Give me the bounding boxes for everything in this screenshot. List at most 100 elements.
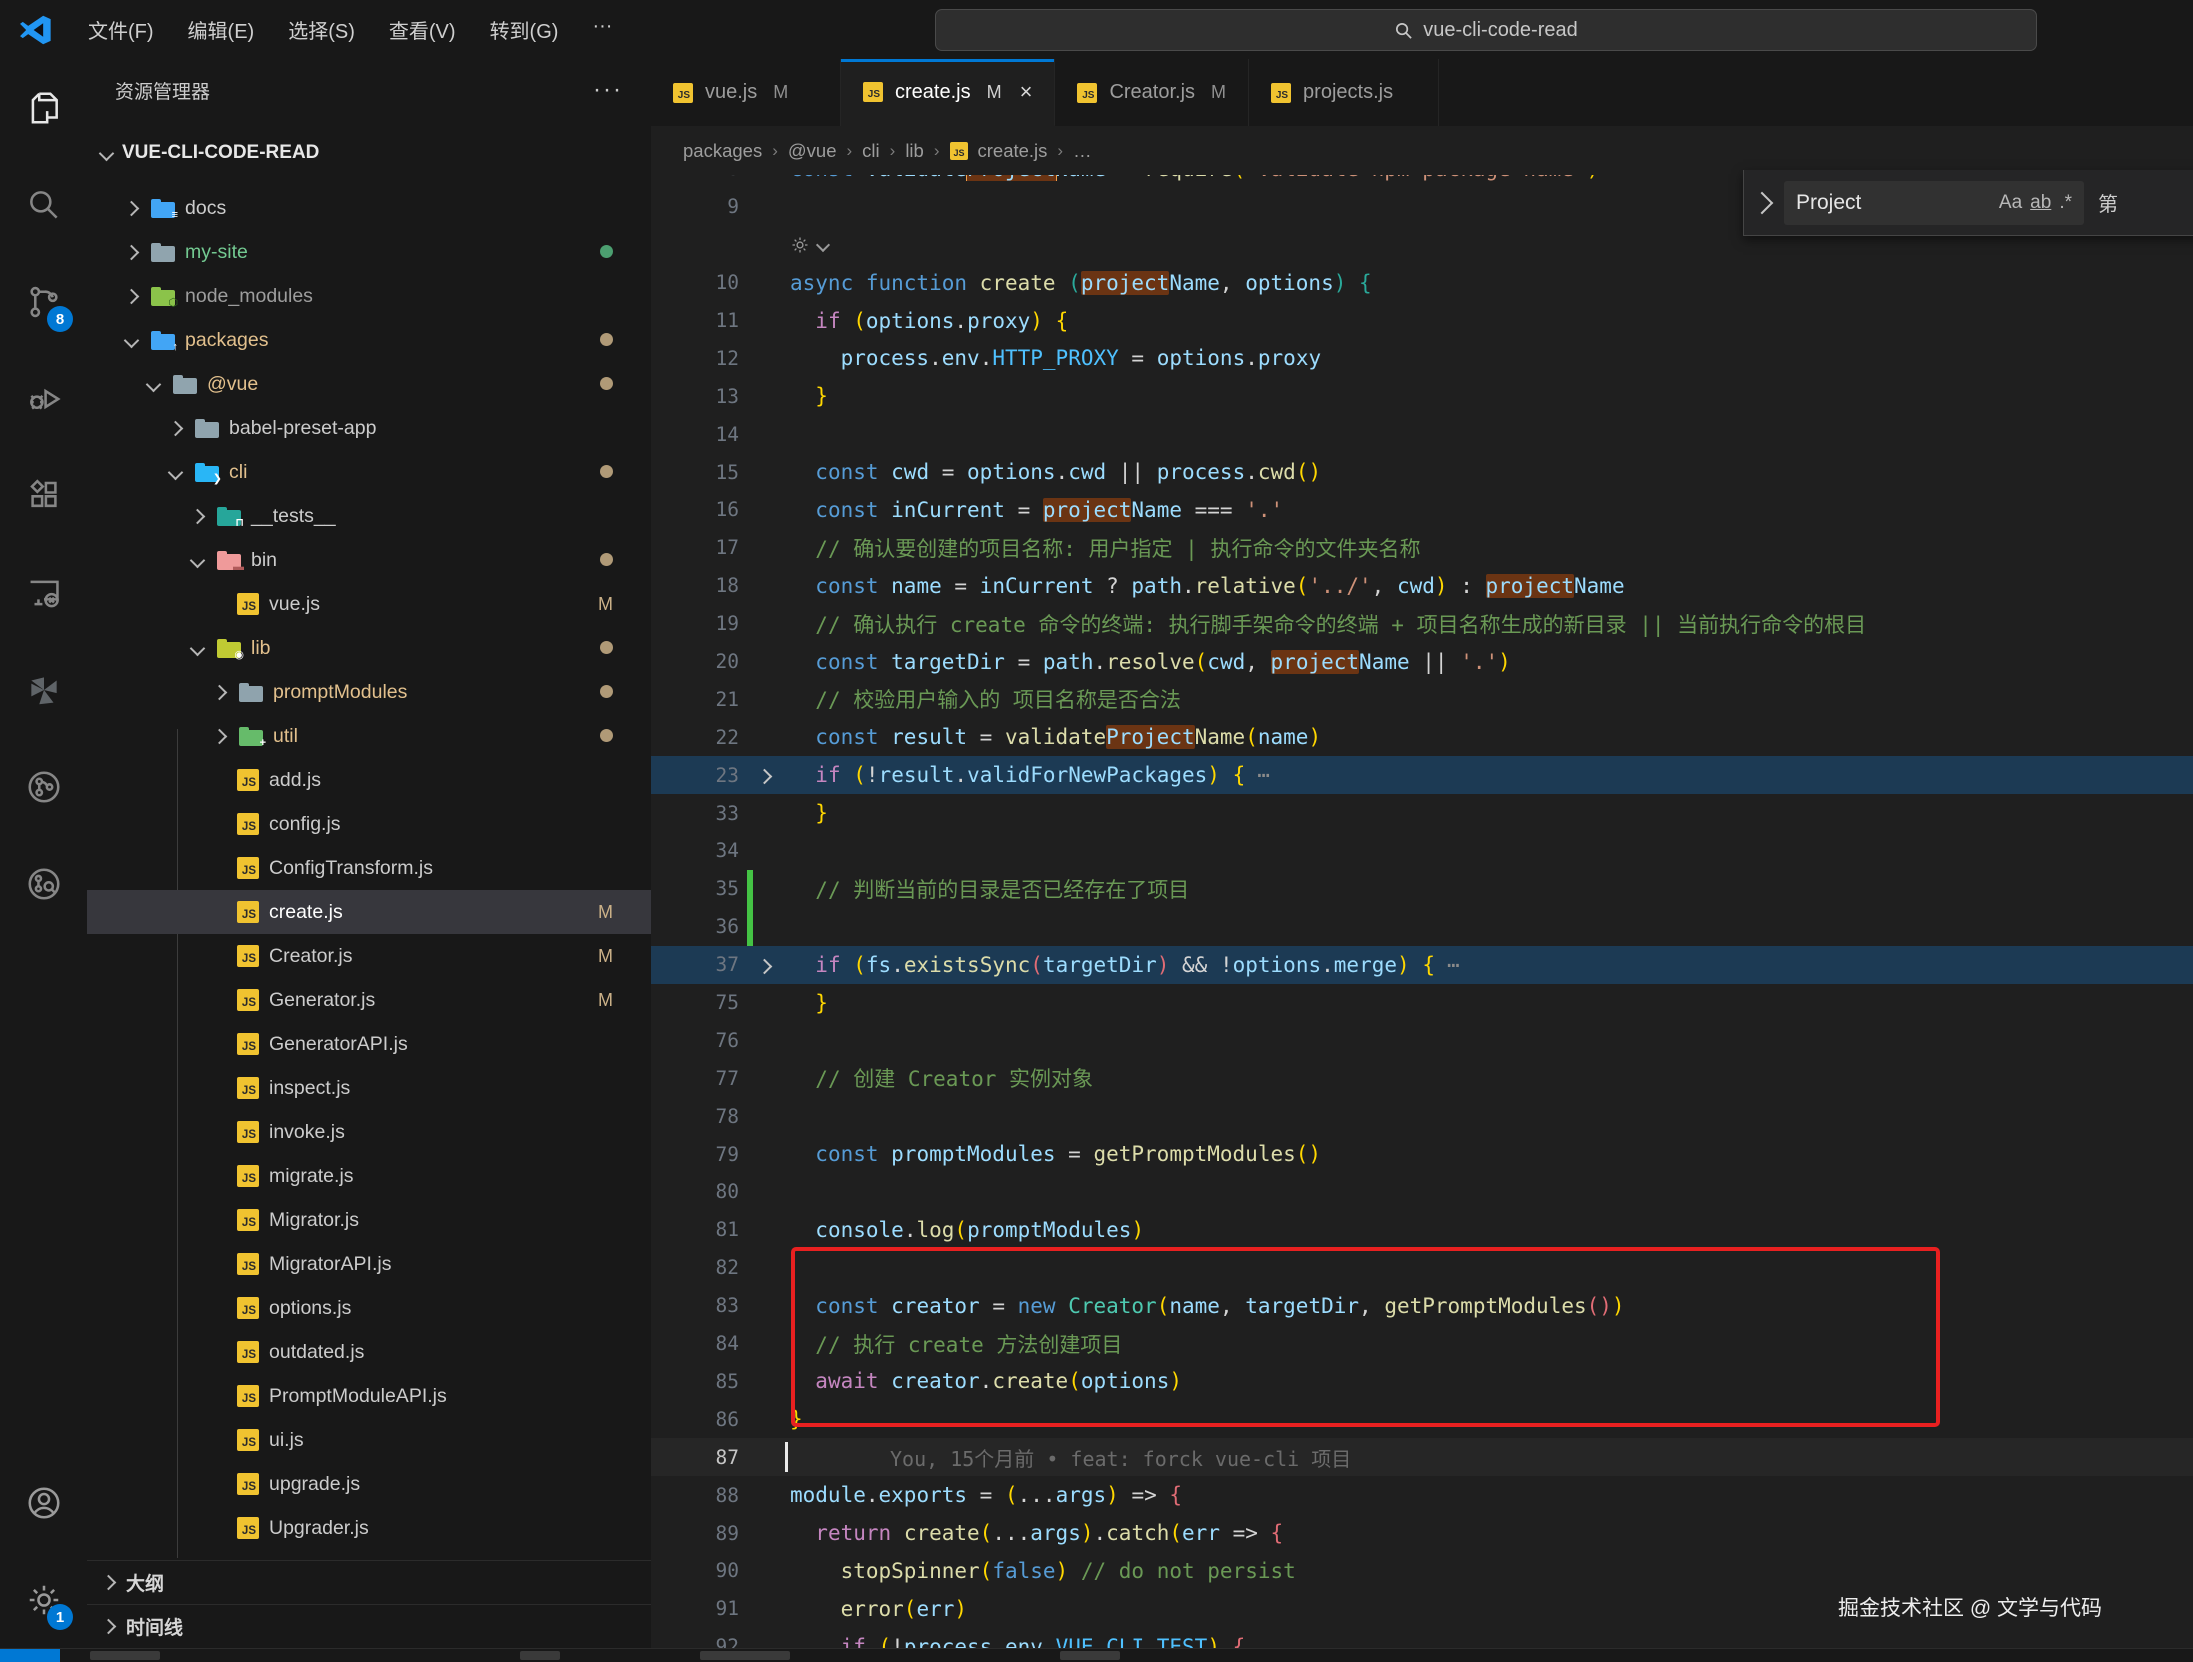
command-center-search[interactable]: vue-cli-code-read	[935, 9, 2037, 51]
code-line-83[interactable]: 83 const creator = new Creator(name, tar…	[651, 1287, 2193, 1325]
fold-chevron-icon[interactable]	[739, 763, 790, 787]
code-line-79[interactable]: 79 const promptModules = getPromptModule…	[651, 1135, 2193, 1173]
match-case-icon[interactable]: Aa	[1999, 192, 2022, 214]
tree-item-vue-js[interactable]: JSvue.jsM	[87, 582, 651, 626]
code-line-84[interactable]: 84 // 执行 create 方法创建项目	[651, 1325, 2193, 1363]
code-line-92[interactable]: 92 if (!process.env.VUE_CLI_TEST) {	[651, 1628, 2193, 1648]
tree-item-generator-js[interactable]: JSGenerator.jsM	[87, 978, 651, 1022]
code-line-87[interactable]: 87You, 15个月前 • feat: forck vue-cli 项目	[651, 1438, 2193, 1476]
tree-item-promptmodules[interactable]: promptModules	[87, 670, 651, 714]
tree-item--vue[interactable]: @vue	[87, 362, 651, 406]
code-line-21[interactable]: 21 // 校验用户输入的 项目名称是否合法	[651, 680, 2193, 718]
tree-item-options-js[interactable]: JSoptions.js	[87, 1286, 651, 1330]
codelens-gear-icon[interactable]	[790, 235, 2193, 255]
code-line-20[interactable]: 20 const targetDir = path.resolve(cwd, p…	[651, 643, 2193, 681]
tree-item-upgrader-js[interactable]: JSUpgrader.js	[87, 1506, 651, 1550]
tree-item-create-js[interactable]: JScreate.jsM	[87, 890, 651, 934]
extensions-icon[interactable]	[0, 447, 87, 544]
code-line-12[interactable]: 12 process.env.HTTP_PROXY = options.prox…	[651, 339, 2193, 377]
code-editor[interactable]: 8const validateProjectName = require('va…	[651, 175, 2193, 1648]
code-line-34[interactable]: 34	[651, 832, 2193, 870]
account-icon[interactable]	[0, 1454, 87, 1551]
tree-item-docs[interactable]: ≡docs	[87, 186, 651, 230]
tree-item-invoke-js[interactable]: JSinvoke.js	[87, 1110, 651, 1154]
code-line-81[interactable]: 81 console.log(promptModules)	[651, 1211, 2193, 1249]
tree-item-packages[interactable]: ↑packages	[87, 318, 651, 362]
tab-vue-js[interactable]: JSvue.jsM	[651, 59, 841, 126]
tree-item-inspect-js[interactable]: JSinspect.js	[87, 1066, 651, 1110]
tree-item-migrate-js[interactable]: JSmigrate.js	[87, 1154, 651, 1198]
breadcrumb-item[interactable]: @vue	[788, 140, 837, 162]
tree-item-migratorapi-js[interactable]: JSMigratorAPI.js	[87, 1242, 651, 1286]
menu-item[interactable]: 选择(S)	[274, 9, 369, 50]
code-line-13[interactable]: 13 }	[651, 377, 2193, 415]
source-control-icon[interactable]: 8	[0, 253, 87, 350]
code-line-89[interactable]: 89 return create(...args).catch(err => {	[651, 1514, 2193, 1552]
code-line-10[interactable]: 10async function create (projectName, op…	[651, 264, 2193, 302]
status-item[interactable]	[700, 1651, 790, 1660]
menu-item[interactable]: 转到(G)	[476, 9, 573, 50]
menu-item[interactable]: ···	[578, 9, 626, 50]
status-item[interactable]	[520, 1651, 560, 1660]
code-line-75[interactable]: 75 }	[651, 984, 2193, 1022]
circle-branch-search-icon[interactable]	[0, 835, 87, 932]
code-line-22[interactable]: 22 const result = validateProjectName(na…	[651, 718, 2193, 756]
code-line-11[interactable]: 11 if (options.proxy) {	[651, 302, 2193, 340]
code-line-80[interactable]: 80	[651, 1173, 2193, 1211]
tree-item-util[interactable]: +util	[87, 714, 651, 758]
tree-item-migrator-js[interactable]: JSMigrator.js	[87, 1198, 651, 1242]
tree-item-configtransform-js[interactable]: JSConfigTransform.js	[87, 846, 651, 890]
circle-branch-icon[interactable]	[0, 738, 87, 835]
find-replace-toggle-icon[interactable]	[1751, 191, 1774, 214]
code-line-76[interactable]: 76	[651, 1021, 2193, 1059]
breadcrumb-item[interactable]: packages	[683, 140, 762, 162]
outline-panel-header[interactable]: 大纲	[87, 1560, 651, 1604]
tree-item-cli[interactable]: ❯cli	[87, 450, 651, 494]
tree-item-ui-js[interactable]: JSui.js	[87, 1418, 651, 1462]
code-line-33[interactable]: 33 }	[651, 794, 2193, 832]
tree-item-babel-preset-app[interactable]: babel-preset-app	[87, 406, 651, 450]
fold-chevron-icon[interactable]	[739, 953, 790, 977]
code-line-88[interactable]: 88module.exports = (...args) => {	[651, 1476, 2193, 1514]
tree-item-config-js[interactable]: JSconfig.js	[87, 802, 651, 846]
tree-item-upgrade-js[interactable]: JSupgrade.js	[87, 1462, 651, 1506]
tab-Creator-js[interactable]: JSCreator.jsM	[1055, 59, 1249, 126]
code-line-85[interactable]: 85 await creator.create(options)	[651, 1363, 2193, 1401]
code-line-17[interactable]: 17 // 确认要创建的项目名称: 用户指定 | 执行命令的文件夹名称	[651, 529, 2193, 567]
remote-explorer-icon[interactable]	[0, 544, 87, 641]
pinwheel-extension-icon[interactable]	[0, 641, 87, 738]
code-line-90[interactable]: 90 stopSpinner(false) // do not persist	[651, 1552, 2193, 1590]
breadcrumb-item[interactable]: create.js	[978, 140, 1048, 162]
tree-item-node-modules[interactable]: ⬡node_modules	[87, 274, 651, 318]
code-line-19[interactable]: 19 // 确认执行 create 命令的终端: 执行脚手架命令的终端 + 项目…	[651, 605, 2193, 643]
settings-gear-icon[interactable]: 1	[0, 1551, 87, 1648]
tree-item--tests-[interactable]: ⊓__tests__	[87, 494, 651, 538]
tree-item-bin[interactable]: ▬bin	[87, 538, 651, 582]
code-line-18[interactable]: 18 const name = inCurrent ? path.relativ…	[651, 567, 2193, 605]
code-line-15[interactable]: 15 const cwd = options.cwd || process.cw…	[651, 453, 2193, 491]
find-input[interactable]: Project Aa ab .*	[1784, 181, 2084, 225]
close-icon[interactable]: ×	[1020, 79, 1033, 105]
code-line-86[interactable]: 86}	[651, 1400, 2193, 1438]
tab-create-js[interactable]: JScreate.jsM×	[841, 59, 1055, 126]
remote-indicator[interactable]	[0, 1649, 60, 1662]
breadcrumb-item[interactable]: …	[1073, 140, 1092, 162]
code-line-23[interactable]: 23 if (!result.validForNewPackages) {⋯	[651, 756, 2193, 794]
code-line-16[interactable]: 16 const inCurrent = projectName === '.'	[651, 491, 2193, 529]
search-icon[interactable]	[0, 156, 87, 253]
regex-icon[interactable]: .*	[2059, 192, 2072, 214]
timeline-panel-header[interactable]: 时间线	[87, 1604, 651, 1648]
code-line-14[interactable]: 14	[651, 415, 2193, 453]
explorer-more-actions-icon[interactable]: ···	[593, 76, 623, 104]
code-line-35[interactable]: 35 // 判断当前的目录是否已经存在了项目	[651, 870, 2193, 908]
tree-item-promptmoduleapi-js[interactable]: JSPromptModuleAPI.js	[87, 1374, 651, 1418]
whole-word-icon[interactable]: ab	[2030, 192, 2051, 214]
menu-item[interactable]: 编辑(E)	[174, 9, 269, 50]
code-line-78[interactable]: 78	[651, 1097, 2193, 1135]
tree-item-outdated-js[interactable]: JSoutdated.js	[87, 1330, 651, 1374]
tree-item-creator-js[interactable]: JSCreator.jsM	[87, 934, 651, 978]
branch-status-item[interactable]	[90, 1651, 160, 1660]
code-line-37[interactable]: 37 if (fs.existsSync(targetDir) && !opti…	[651, 946, 2193, 984]
tree-item-generatorapi-js[interactable]: JSGeneratorAPI.js	[87, 1022, 651, 1066]
files-icon[interactable]	[0, 59, 87, 156]
